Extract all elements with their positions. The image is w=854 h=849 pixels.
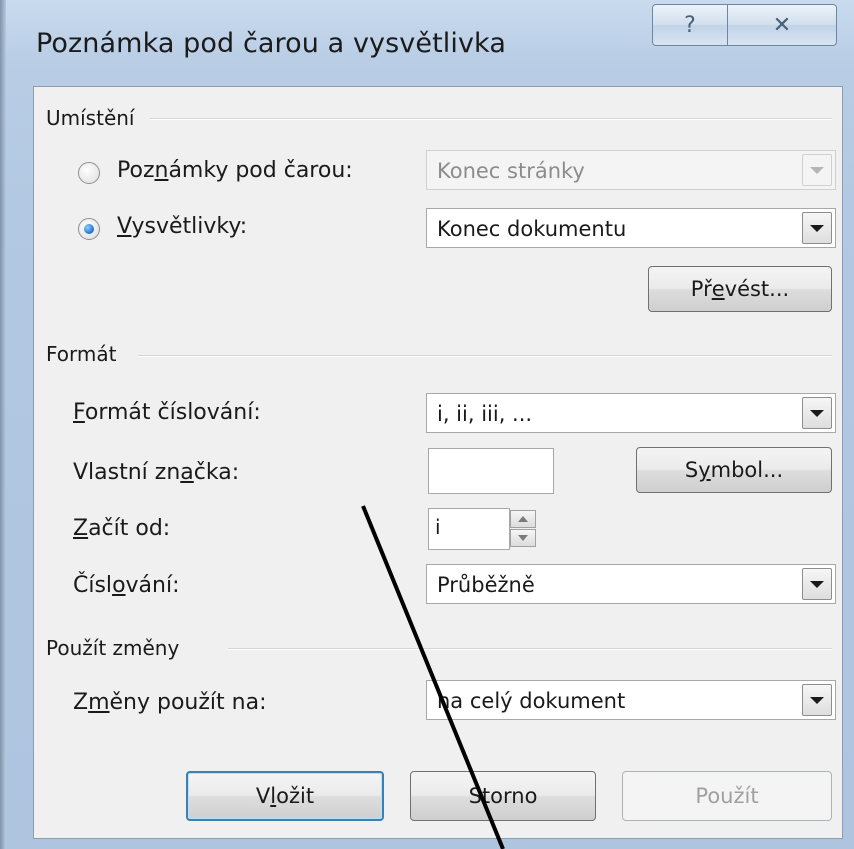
chevron-down-icon (518, 535, 528, 541)
dropdown-button[interactable] (802, 154, 832, 186)
stepper-up-button[interactable] (510, 510, 536, 528)
dropdown-button[interactable] (802, 397, 832, 429)
chevron-down-icon (810, 166, 824, 174)
footnotes-location-select[interactable]: Konec stránky (426, 150, 836, 190)
dialog-title: Poznámka pod čarou a vysvětlivka (36, 28, 506, 59)
close-icon: ✕ (772, 12, 792, 38)
custom-mark-label: Vlastní značka: (73, 460, 240, 485)
custom-mark-input[interactable] (428, 448, 554, 494)
dropdown-button[interactable] (802, 684, 832, 716)
footnotes-location-value: Konec stránky (437, 159, 585, 183)
stepper-down-button[interactable] (510, 529, 536, 547)
endnotes-location-select[interactable]: Konec dokumentu (426, 208, 836, 248)
close-button[interactable]: ✕ (727, 4, 837, 46)
apply-to-value: na celý dokument (437, 689, 626, 713)
chevron-down-icon (810, 224, 824, 232)
start-at-stepper[interactable]: i (428, 508, 554, 550)
endnotes-location-value: Konec dokumentu (437, 217, 627, 241)
symbol-button[interactable]: Sy mbol... (636, 447, 832, 493)
convert-button[interactable]: Př e vést... (648, 266, 832, 312)
apply-to-select[interactable]: na celý dokument (426, 680, 836, 720)
background-window-edge (0, 0, 6, 849)
endnotes-radio[interactable] (78, 218, 100, 240)
number-format-select[interactable]: i, ii, iii, ... (426, 393, 836, 433)
chevron-up-icon (518, 516, 528, 522)
number-format-label: Formát číslování: (73, 400, 261, 425)
numbering-value: Průběžně (437, 573, 535, 597)
help-icon: ? (684, 12, 696, 38)
group-separator (228, 648, 832, 650)
dropdown-button[interactable] (802, 212, 832, 244)
insert-button[interactable]: Vl ožit (186, 771, 384, 821)
start-at-label: Začít od: (73, 516, 171, 541)
apply-button[interactable]: Použít (622, 771, 832, 821)
dialog-window: Poznámka pod čarou a vysvětlivka ? ✕ Umí… (0, 0, 854, 849)
chevron-down-icon (810, 580, 824, 588)
footnotes-label: Poznámky pod čarou: (117, 158, 353, 183)
stepper-arrows (510, 510, 536, 548)
group-separator (150, 118, 832, 120)
start-at-value[interactable]: i (428, 508, 510, 550)
number-format-value: i, ii, iii, ... (437, 402, 533, 426)
endnotes-label: Vysvětlivky: (117, 214, 248, 239)
format-group-label: Formát (46, 342, 125, 366)
apply-group-label: Použít změny (46, 636, 188, 660)
location-group-label: Umístění (46, 106, 143, 130)
chevron-down-icon (810, 409, 824, 417)
apply-to-label: Změny použít na: (73, 690, 267, 715)
help-button[interactable]: ? (652, 4, 728, 46)
group-separator (138, 355, 832, 357)
chevron-down-icon (810, 696, 824, 704)
numbering-label: Číslování: (73, 573, 180, 598)
dropdown-button[interactable] (802, 568, 832, 600)
numbering-select[interactable]: Průběžně (426, 564, 836, 604)
footnotes-radio[interactable] (78, 162, 100, 184)
cancel-button[interactable]: Storno (410, 771, 596, 821)
